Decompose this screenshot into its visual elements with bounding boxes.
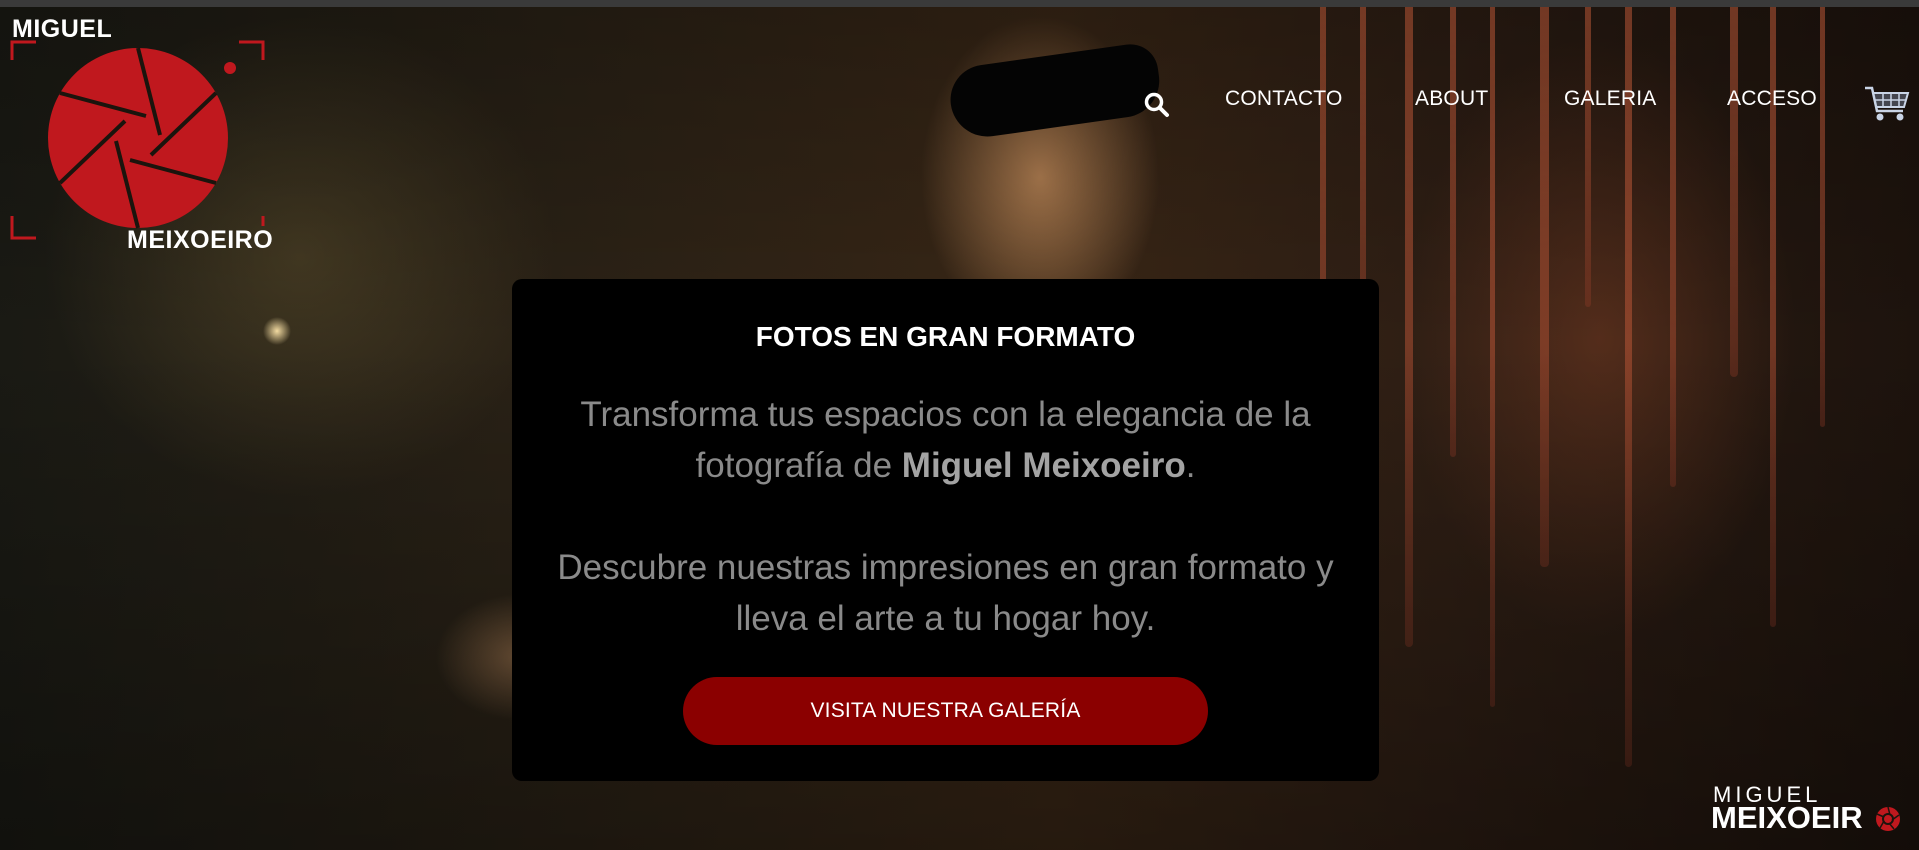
promo-card: FOTOS EN GRAN FORMATO Transforma tus esp… — [512, 279, 1379, 781]
top-bar — [0, 0, 1919, 7]
corner-logo-name-bottom: MEIXOEIR — [1711, 800, 1863, 835]
logo-name-bottom: MEIXOEIRO — [127, 226, 274, 254]
brand-logo[interactable]: MIGUEL MEIXOEIRO — [10, 15, 273, 255]
promo-paragraph-2: Descubre nuestras impresiones en gran fo… — [557, 548, 1334, 638]
visit-gallery-button[interactable]: VISITA NUESTRA GALERÍA — [683, 677, 1208, 745]
corner-watermark-logo: MIGUEL MEIXOEIR — [1711, 782, 1911, 838]
aperture-icon — [1876, 806, 1900, 831]
promo-paragraph-1: Transforma tus espacios con la elegancia… — [580, 395, 1311, 485]
shopping-cart-icon[interactable] — [1863, 84, 1911, 124]
photographer-name: Miguel Meixoeiro — [901, 446, 1186, 485]
nav-contacto-link[interactable]: CONTACTO — [1225, 87, 1343, 111]
camera-aperture-logo-icon — [10, 40, 265, 240]
promo-title: FOTOS EN GRAN FORMATO — [755, 321, 1136, 352]
nav-galeria-link[interactable]: GALERIA — [1564, 87, 1656, 111]
search-icon[interactable] — [1142, 90, 1172, 120]
nav-acceso-link[interactable]: ACCESO — [1727, 87, 1817, 111]
nav-about-link[interactable]: ABOUT — [1415, 87, 1488, 111]
